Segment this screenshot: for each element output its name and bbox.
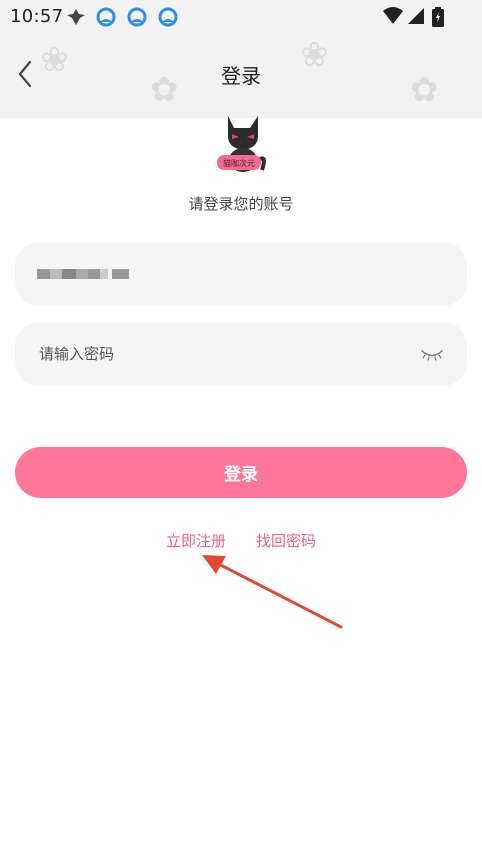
annotation-arrow (202, 555, 343, 629)
logo-badge-text: 猫咖次元 (223, 158, 255, 168)
signal-icon (408, 8, 424, 24)
login-button[interactable]: 登录 (15, 447, 467, 498)
masked-account-value (37, 269, 129, 279)
account-field[interactable] (15, 242, 467, 306)
eye-closed-icon[interactable] (420, 344, 444, 364)
app-icon (96, 7, 116, 27)
app-icon (127, 7, 147, 27)
password-field[interactable] (15, 322, 467, 386)
status-bar: 10:57 (0, 0, 482, 34)
status-time: 10:57 (10, 6, 64, 27)
password-input[interactable] (39, 322, 409, 386)
app-icon (158, 7, 178, 27)
battery-icon (432, 7, 444, 27)
login-subtitle: 请登录您的账号 (188, 195, 294, 213)
cat-mascot-logo: 猫咖次元 (217, 116, 266, 172)
wifi-icon (383, 7, 403, 24)
page-title: 登录 (221, 64, 261, 88)
wind-icon (67, 9, 85, 25)
